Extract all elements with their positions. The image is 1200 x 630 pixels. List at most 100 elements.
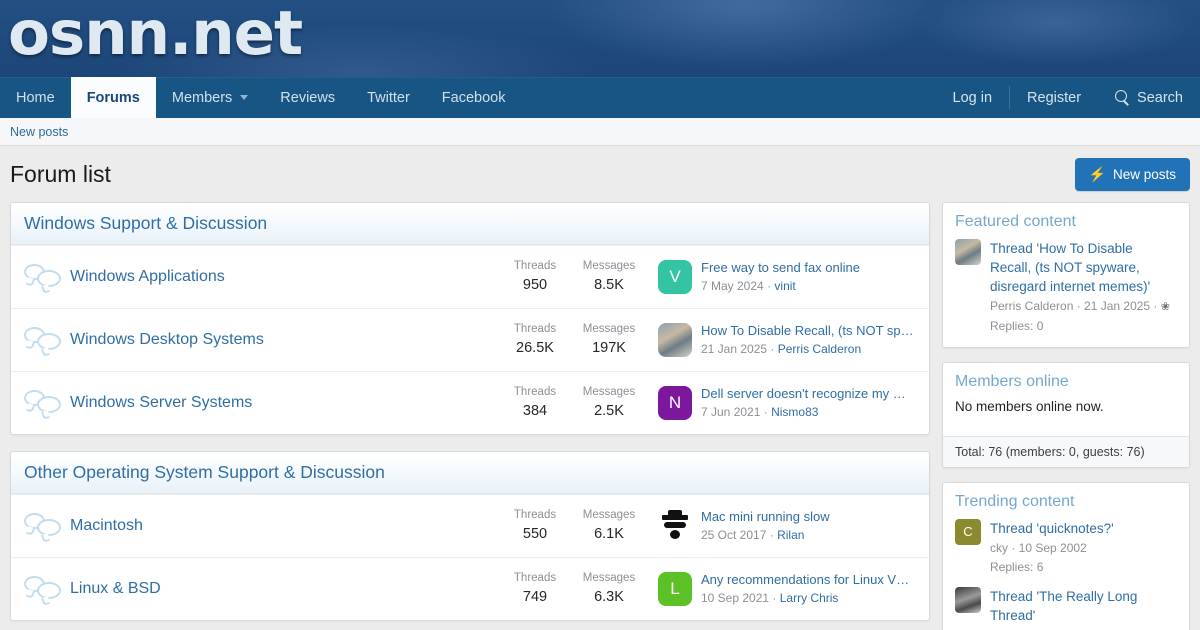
trending-item-replies: Replies: 6	[990, 558, 1114, 576]
trending-item-meta: cky · 10 Sep 2002	[990, 539, 1114, 557]
forum-messages-stat: Messages 6.3K	[572, 570, 646, 608]
messages-value: 6.3K	[572, 587, 646, 608]
forum-section-header: Other Operating System Support & Discuss…	[11, 452, 929, 494]
forum-icon-cell	[24, 576, 70, 602]
forum-icon-cell	[24, 513, 70, 539]
sub-navigation: New posts	[0, 118, 1200, 146]
last-post-date: 10 Sep 2021	[701, 591, 769, 605]
forum-title-link[interactable]: Windows Desktop Systems	[70, 331, 498, 349]
trending-item-text: Thread 'The Really Long Thread'	[990, 587, 1177, 626]
members-online-header: Members online	[943, 363, 1189, 399]
forum-row: Windows Applications Threads 950 Message…	[11, 245, 929, 308]
messages-label: Messages	[572, 384, 646, 401]
members-online-message: No members online now.	[955, 399, 1177, 424]
last-post-author-link[interactable]: vinit	[774, 279, 795, 293]
trending-item-title-link[interactable]: Thread 'quicknotes?'	[990, 519, 1114, 538]
featured-content-block: Featured content Thread 'How To Disable …	[942, 202, 1190, 348]
meta-separator: ·	[764, 405, 768, 419]
trending-content-body: C Thread 'quicknotes?' cky · 10 Sep 2002…	[943, 519, 1189, 630]
forum-speech-bubble-icon	[24, 390, 62, 416]
forum-title-link[interactable]: Macintosh	[70, 517, 498, 535]
forum-threads-stat: Threads 384	[498, 384, 572, 422]
forum-last-post: L Any recommendations for Linux VM … 10 …	[658, 571, 916, 607]
last-post-author-link[interactable]: Larry Chris	[780, 591, 839, 605]
messages-value: 6.1K	[572, 524, 646, 545]
last-post-author-link[interactable]: Nismo83	[771, 405, 818, 419]
featured-content-body: Thread 'How To Disable Recall, (ts NOT s…	[943, 239, 1189, 347]
nav-item-log-in[interactable]: Log in	[936, 77, 1010, 118]
messages-label: Messages	[572, 321, 646, 338]
featured-item-title-link[interactable]: Thread 'How To Disable Recall, (ts NOT s…	[990, 239, 1177, 296]
forum-messages-stat: Messages 197K	[572, 321, 646, 359]
forum-last-post: How To Disable Recall, (ts NOT spy… 21 J…	[658, 322, 916, 358]
nav-item-twitter[interactable]: Twitter	[351, 77, 426, 118]
last-post-meta: 25 Oct 2017 · Rilan	[701, 527, 830, 544]
last-post-title-link[interactable]: How To Disable Recall, (ts NOT spy…	[701, 322, 915, 341]
last-post-text: Mac mini running slow 25 Oct 2017 · Rila…	[701, 508, 830, 544]
threads-label: Threads	[498, 258, 572, 275]
last-post-date: 21 Jan 2025	[701, 342, 767, 356]
forum-threads-stat: Threads 950	[498, 258, 572, 296]
last-post-meta: 7 Jun 2021 · Nismo83	[701, 404, 915, 421]
forum-title-link[interactable]: Linux & BSD	[70, 580, 498, 598]
avatar	[955, 239, 981, 265]
last-post-text: Free way to send fax online 7 May 2024 ·…	[701, 259, 860, 295]
trending-item-text: Thread 'quicknotes?' cky · 10 Sep 2002 R…	[990, 519, 1114, 576]
meta-separator: ·	[770, 342, 774, 356]
award-ribbon-icon: ❀	[1161, 299, 1170, 316]
forum-last-post: N Dell server doesn't recognize my Ha… 7…	[658, 385, 916, 421]
threads-value: 749	[498, 587, 572, 608]
subnav-item-new-posts[interactable]: New posts	[0, 125, 78, 139]
forum-title-link[interactable]: Windows Applications	[70, 268, 498, 286]
forum-speech-bubble-icon	[24, 576, 62, 602]
forum-title-link[interactable]: Windows Server Systems	[70, 394, 498, 412]
last-post-author-link[interactable]: Perris Calderon	[778, 342, 861, 356]
last-post-date: 7 May 2024	[701, 279, 764, 293]
last-post-title-link[interactable]: Mac mini running slow	[701, 508, 830, 527]
forum-row: Macintosh Threads 550 Messages 6.1K Mac …	[11, 494, 929, 557]
site-logo[interactable]: osnn.net	[8, 0, 302, 72]
featured-content-header: Featured content	[943, 203, 1189, 239]
members-online-block: Members online No members online now. To…	[942, 362, 1190, 468]
forum-threads-stat: Threads 26.5K	[498, 321, 572, 359]
nav-item-label: Search	[1137, 90, 1183, 106]
last-post-title-link[interactable]: Any recommendations for Linux VM …	[701, 571, 915, 590]
last-post-meta: 7 May 2024 · vinit	[701, 278, 860, 295]
featured-item: Thread 'How To Disable Recall, (ts NOT s…	[955, 239, 1177, 335]
trending-item: C Thread 'quicknotes?' cky · 10 Sep 2002…	[955, 519, 1177, 576]
nav-item-forums[interactable]: Forums	[71, 77, 156, 118]
nav-item-members[interactable]: Members	[156, 77, 264, 118]
nav-item-label: Facebook	[442, 90, 506, 106]
last-post-title-link[interactable]: Free way to send fax online	[701, 259, 860, 278]
messages-value: 197K	[572, 338, 646, 359]
threads-value: 950	[498, 275, 572, 296]
sidebar-column: Featured content Thread 'How To Disable …	[942, 202, 1190, 630]
messages-label: Messages	[572, 258, 646, 275]
last-post-meta: 10 Sep 2021 · Larry Chris	[701, 590, 915, 607]
nav-item-register[interactable]: Register	[1010, 77, 1098, 118]
last-post-title-link[interactable]: Dell server doesn't recognize my Ha…	[701, 385, 915, 404]
nav-item-home[interactable]: Home	[0, 77, 71, 118]
featured-item-byline: Perris Calderon · 21 Jan 2025 ·	[990, 299, 1157, 313]
nav-item-label: Twitter	[367, 90, 410, 106]
threads-value: 26.5K	[498, 338, 572, 359]
last-post-author-link[interactable]: Rilan	[777, 528, 804, 542]
nav-item-search[interactable]: Search	[1098, 77, 1200, 118]
last-post-text: Dell server doesn't recognize my Ha… 7 J…	[701, 385, 915, 421]
forum-row: Windows Desktop Systems Threads 26.5K Me…	[11, 308, 929, 371]
last-post-date: 25 Oct 2017	[701, 528, 766, 542]
site-masthead: osnn.net	[0, 0, 1200, 77]
nav-item-facebook[interactable]: Facebook	[426, 77, 522, 118]
new-posts-button[interactable]: ⚡ New posts	[1075, 158, 1190, 191]
nav-item-label: Register	[1027, 90, 1081, 106]
threads-label: Threads	[498, 507, 572, 524]
last-post-date: 7 Jun 2021	[701, 405, 760, 419]
threads-value: 384	[498, 401, 572, 422]
threads-label: Threads	[498, 384, 572, 401]
nav-item-reviews[interactable]: Reviews	[264, 77, 351, 118]
trending-item-title-link[interactable]: Thread 'The Really Long Thread'	[990, 587, 1177, 625]
threads-value: 550	[498, 524, 572, 545]
forum-messages-stat: Messages 8.5K	[572, 258, 646, 296]
forum-row: Windows Server Systems Threads 384 Messa…	[11, 371, 929, 434]
messages-label: Messages	[572, 570, 646, 587]
